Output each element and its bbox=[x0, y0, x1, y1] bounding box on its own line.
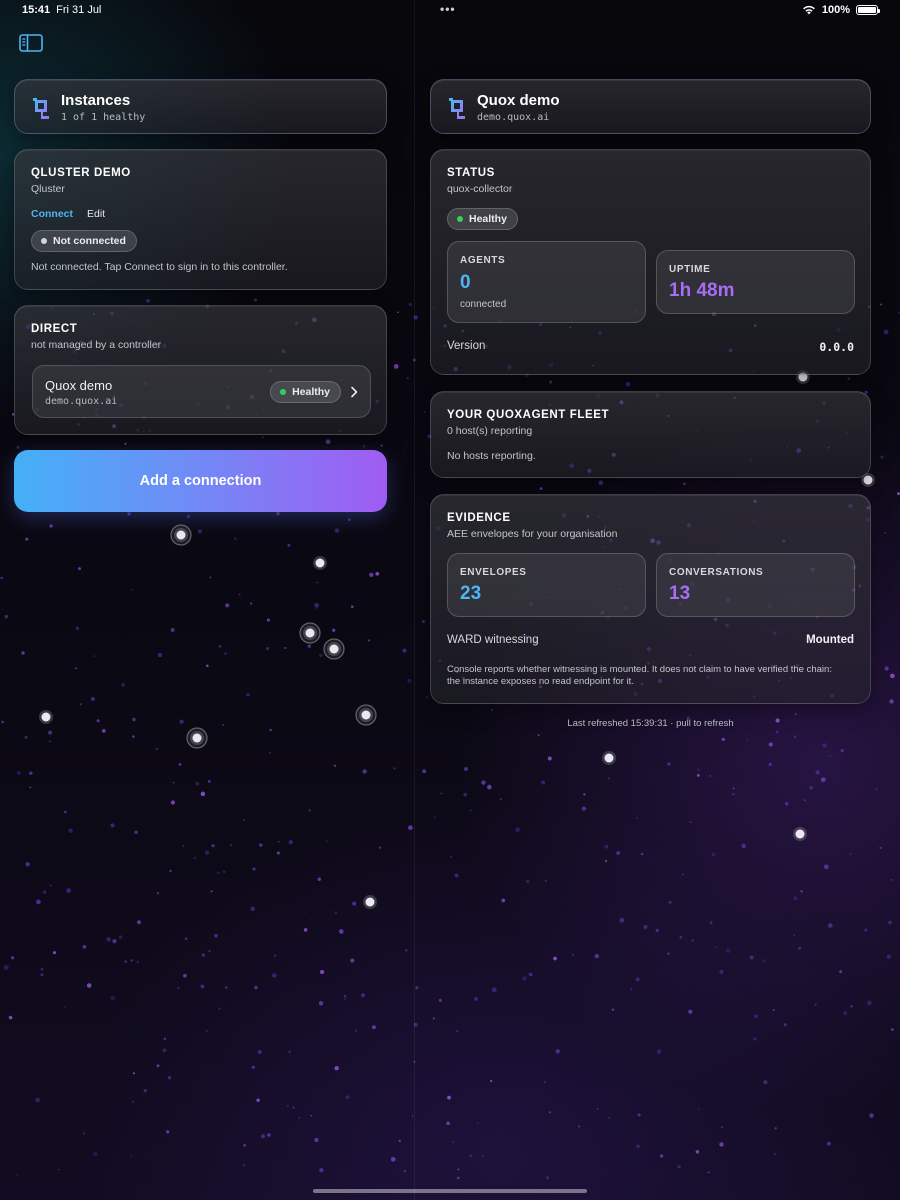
battery-icon bbox=[856, 5, 880, 15]
uptime-value: 1h 48m bbox=[669, 280, 735, 301]
evidence-subtitle: AEE envelopes for your organisation bbox=[447, 528, 618, 540]
not-connected-badge: Not connected bbox=[31, 230, 137, 252]
status-pill-label: Healthy bbox=[469, 213, 507, 225]
uptime-label: UPTIME bbox=[669, 264, 711, 275]
fleet-message: No hosts reporting. bbox=[447, 450, 536, 462]
qluster-message: Not connected. Tap Connect to sign in to… bbox=[31, 261, 288, 273]
status-healthy-badge: Healthy bbox=[447, 208, 518, 230]
status-right: 100% bbox=[802, 4, 880, 16]
wifi-icon bbox=[803, 5, 815, 15]
instance-status-label: Healthy bbox=[292, 386, 330, 398]
qluster-title: QLUSTER DEMO bbox=[31, 167, 131, 179]
instance-header-card: Quox demo demo.quox.ai bbox=[430, 79, 871, 134]
instance-healthy-badge: Healthy bbox=[270, 381, 341, 403]
chevron-right-icon bbox=[351, 386, 358, 398]
fleet-subtitle: 0 host(s) reporting bbox=[447, 425, 533, 437]
healthy-dot-icon bbox=[280, 389, 287, 395]
fleet-card: YOUR QUOXAGENT FLEET 0 host(s) reporting… bbox=[430, 391, 871, 478]
envelopes-value: 23 bbox=[460, 583, 482, 604]
instance-title: Quox demo bbox=[477, 92, 560, 109]
sidebar-toggle-icon[interactable] bbox=[19, 34, 43, 52]
conversations-label: CONVERSATIONS bbox=[669, 567, 764, 578]
agents-metric: AGENTS 0 connected bbox=[447, 241, 646, 323]
instance-host: demo.quox.ai bbox=[45, 396, 118, 407]
q-logo-icon bbox=[33, 98, 49, 119]
evidence-note: Console reports whether witnessing is mo… bbox=[447, 664, 832, 687]
last-refreshed-text: Last refreshed 15:39:31 · pull to refres… bbox=[567, 718, 734, 729]
direct-title: DIRECT bbox=[31, 323, 78, 335]
evidence-title: EVIDENCE bbox=[447, 512, 511, 524]
envelopes-label: ENVELOPES bbox=[460, 567, 527, 578]
q-logo-icon bbox=[449, 98, 465, 119]
ward-value: Mounted bbox=[806, 634, 854, 646]
direct-card: DIRECT not managed by a controller Quox … bbox=[14, 305, 387, 435]
status-bar: 15:41 Fri 31 Jul ••• 100% bbox=[0, 0, 900, 22]
home-indicator[interactable] bbox=[313, 1189, 587, 1193]
healthy-dot-icon bbox=[457, 216, 463, 222]
not-connected-label: Not connected bbox=[53, 235, 126, 247]
battery-percent: 100% bbox=[821, 4, 850, 16]
qluster-card: QLUSTER DEMO Qluster Connect Edit Not co… bbox=[14, 149, 387, 290]
instances-subtitle: 1 of 1 healthy bbox=[61, 112, 146, 123]
agents-sub: connected bbox=[460, 299, 507, 310]
split-view-divider bbox=[414, 0, 415, 1200]
envelopes-metric: ENVELOPES 23 bbox=[447, 553, 646, 617]
qluster-subtitle: Qluster bbox=[31, 183, 65, 195]
status-dot-icon bbox=[41, 238, 47, 244]
agents-value: 0 bbox=[460, 272, 471, 293]
status-subtitle: quox-collector bbox=[447, 183, 513, 195]
status-card: STATUS quox-collector Healthy AGENTS 0 c… bbox=[430, 149, 871, 375]
version-value: 0.0.0 bbox=[819, 340, 854, 354]
conversations-value: 13 bbox=[669, 583, 691, 604]
add-connection-button[interactable]: Add a connection bbox=[14, 450, 387, 512]
direct-subtitle: not managed by a controller bbox=[31, 339, 162, 351]
status-time: 15:41 bbox=[22, 4, 51, 16]
connect-button[interactable]: Connect bbox=[31, 208, 73, 220]
instance-subtitle: demo.quox.ai bbox=[477, 112, 550, 123]
fleet-title: YOUR QUOXAGENT FLEET bbox=[447, 409, 610, 421]
conversations-metric: CONVERSATIONS 13 bbox=[656, 553, 855, 617]
evidence-card: EVIDENCE AEE envelopes for your organisa… bbox=[430, 494, 871, 704]
instances-header-card: Instances 1 of 1 healthy bbox=[14, 79, 387, 134]
agents-label: AGENTS bbox=[460, 255, 506, 266]
ward-label: WARD witnessing bbox=[447, 634, 539, 646]
version-label: Version bbox=[447, 340, 486, 352]
status-time-block: 15:41 Fri 31 Jul bbox=[22, 4, 101, 16]
instances-title: Instances bbox=[61, 92, 131, 109]
multitasking-dots-icon[interactable]: ••• bbox=[440, 2, 456, 16]
instance-row-quox-demo[interactable]: Quox demo demo.quox.ai Healthy bbox=[32, 365, 371, 418]
status-date: Fri 31 Jul bbox=[56, 4, 102, 16]
uptime-metric: UPTIME 1h 48m bbox=[656, 250, 855, 314]
instance-name: Quox demo bbox=[45, 378, 113, 393]
status-title: STATUS bbox=[447, 167, 495, 179]
edit-button[interactable]: Edit bbox=[87, 208, 105, 220]
